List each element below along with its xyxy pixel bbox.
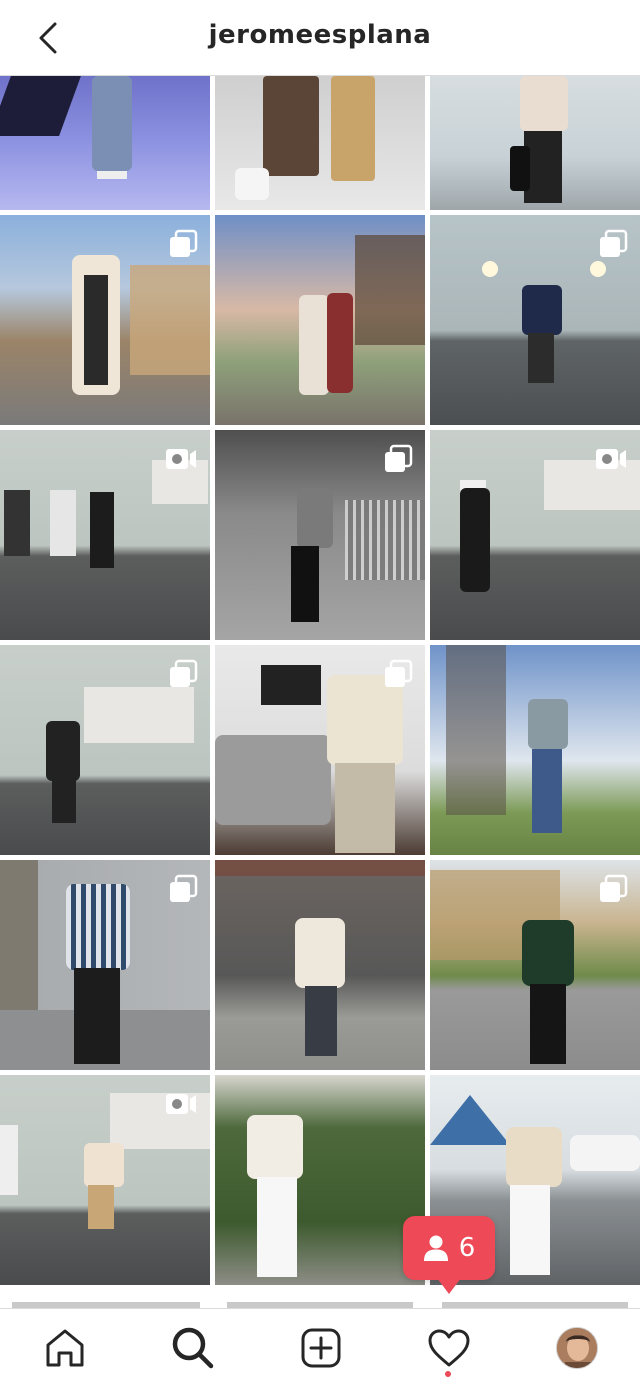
- post-tile[interactable]: [215, 860, 425, 1070]
- search-icon: [172, 1327, 214, 1369]
- carousel-icon: [168, 874, 198, 904]
- post-tile[interactable]: [0, 215, 210, 425]
- notification-count: 6: [458, 1233, 476, 1263]
- post-tile[interactable]: [430, 430, 640, 640]
- posts-grid: [0, 76, 640, 1308]
- top-bar: jeromeesplana: [0, 0, 640, 76]
- post-tile[interactable]: [0, 860, 210, 1070]
- profile-username: jeromeesplana: [208, 20, 432, 50]
- new-post-icon: [301, 1328, 341, 1368]
- activity-dot: [445, 1371, 451, 1377]
- carousel-icon: [383, 659, 413, 689]
- post-tile[interactable]: [0, 76, 210, 210]
- tab-activity[interactable]: [426, 1325, 472, 1371]
- carousel-icon: [598, 229, 628, 259]
- post-tile[interactable]: [430, 76, 640, 210]
- tab-search[interactable]: [170, 1325, 216, 1371]
- person-icon: [423, 1235, 448, 1261]
- follower-notification-bubble[interactable]: 6: [403, 1216, 495, 1280]
- carousel-icon: [168, 229, 198, 259]
- post-tile[interactable]: [215, 1075, 425, 1285]
- post-tile[interactable]: [215, 215, 425, 425]
- profile-avatar[interactable]: [556, 1327, 598, 1369]
- post-tile[interactable]: [430, 645, 640, 855]
- post-tile[interactable]: [430, 215, 640, 425]
- carousel-icon: [383, 444, 413, 474]
- tab-new-post[interactable]: [298, 1325, 344, 1371]
- reel-icon: [164, 1089, 198, 1119]
- post-tile[interactable]: [430, 860, 640, 1070]
- heart-icon: [428, 1329, 470, 1367]
- reel-icon: [164, 444, 198, 474]
- post-tile[interactable]: [215, 430, 425, 640]
- post-tile[interactable]: [0, 430, 210, 640]
- post-tile[interactable]: [0, 1075, 210, 1285]
- tab-home[interactable]: [42, 1325, 88, 1371]
- post-tile[interactable]: [0, 645, 210, 855]
- home-icon: [46, 1329, 84, 1367]
- bottom-tab-bar: [0, 1308, 640, 1386]
- reel-icon: [594, 444, 628, 474]
- carousel-icon: [598, 874, 628, 904]
- post-tile[interactable]: [215, 76, 425, 210]
- post-tile[interactable]: [215, 645, 425, 855]
- notification-pointer: [437, 1278, 461, 1294]
- carousel-icon: [168, 659, 198, 689]
